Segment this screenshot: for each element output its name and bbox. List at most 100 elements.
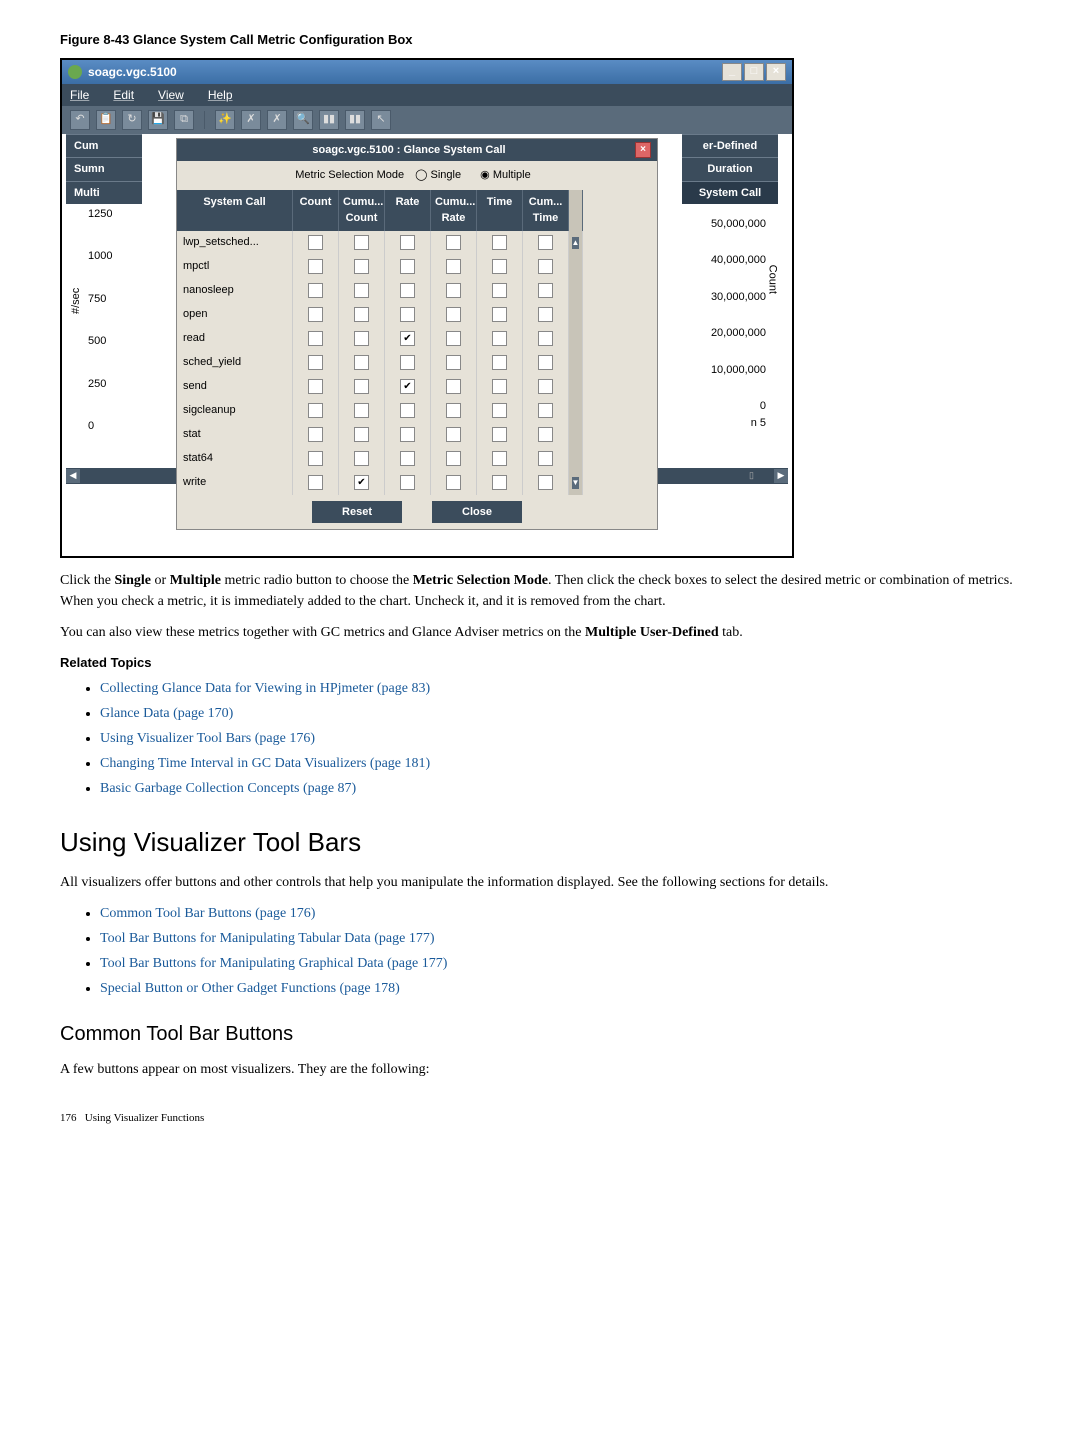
- mode-multiple-radio[interactable]: ◉ Multiple: [480, 169, 531, 181]
- scroll-gutter[interactable]: ▼: [569, 471, 583, 495]
- metric-checkbox[interactable]: [538, 475, 553, 490]
- metric-checkbox[interactable]: [492, 355, 507, 370]
- metric-checkbox[interactable]: [400, 307, 415, 322]
- metric-checkbox[interactable]: [308, 235, 323, 250]
- tab-cum[interactable]: Cum: [66, 134, 142, 158]
- metric-checkbox[interactable]: [308, 283, 323, 298]
- metric-checkbox[interactable]: [354, 235, 369, 250]
- marker1-icon[interactable]: ✗: [241, 110, 261, 130]
- metric-checkbox[interactable]: ✔: [400, 331, 415, 346]
- metric-checkbox[interactable]: [354, 307, 369, 322]
- tab-user-defined[interactable]: er-Defined: [682, 134, 778, 158]
- metric-checkbox[interactable]: [538, 451, 553, 466]
- zoom-icon[interactable]: 🔍: [293, 110, 313, 130]
- metric-checkbox[interactable]: ✔: [354, 475, 369, 490]
- cursor-icon[interactable]: ↖: [371, 110, 391, 130]
- link-common-toolbar-buttons[interactable]: Common Tool Bar Buttons (page 176): [100, 906, 315, 921]
- metric-checkbox[interactable]: [308, 355, 323, 370]
- scroll-gutter[interactable]: [569, 303, 583, 327]
- metric-checkbox[interactable]: [354, 403, 369, 418]
- minimize-button[interactable]: _: [722, 63, 742, 81]
- metric-checkbox[interactable]: [308, 427, 323, 442]
- metric-checkbox[interactable]: [354, 283, 369, 298]
- metric-checkbox[interactable]: [538, 235, 553, 250]
- metric-checkbox[interactable]: [492, 235, 507, 250]
- copy-icon[interactable]: ⧉: [174, 110, 194, 130]
- tab-system-call[interactable]: System Call: [682, 181, 778, 205]
- metric-checkbox[interactable]: [308, 259, 323, 274]
- metric-checkbox[interactable]: [446, 283, 461, 298]
- metric-checkbox[interactable]: [446, 331, 461, 346]
- metric-checkbox[interactable]: [492, 403, 507, 418]
- metric-checkbox[interactable]: [446, 379, 461, 394]
- metric-checkbox[interactable]: [446, 235, 461, 250]
- metric-checkbox[interactable]: [446, 475, 461, 490]
- metric-checkbox[interactable]: [492, 283, 507, 298]
- metric-checkbox[interactable]: [538, 403, 553, 418]
- menu-file[interactable]: File: [70, 86, 89, 104]
- metric-checkbox[interactable]: [538, 331, 553, 346]
- metric-checkbox[interactable]: [400, 283, 415, 298]
- metric-checkbox[interactable]: [492, 259, 507, 274]
- metric-checkbox[interactable]: [492, 427, 507, 442]
- scroll-gutter[interactable]: ▲: [569, 231, 583, 255]
- metric-checkbox[interactable]: [308, 451, 323, 466]
- metric-checkbox[interactable]: [354, 379, 369, 394]
- wand-icon[interactable]: ✨: [215, 110, 235, 130]
- tab-sumn[interactable]: Sumn: [66, 157, 142, 181]
- metric-checkbox[interactable]: [354, 451, 369, 466]
- scroll-right-icon[interactable]: ▶: [774, 469, 788, 483]
- metric-checkbox[interactable]: [354, 259, 369, 274]
- metric-checkbox[interactable]: [400, 427, 415, 442]
- metric-checkbox[interactable]: [400, 451, 415, 466]
- metric-checkbox[interactable]: [538, 379, 553, 394]
- scroll-gutter[interactable]: [569, 399, 583, 423]
- metric-checkbox[interactable]: [354, 355, 369, 370]
- metric-checkbox[interactable]: [446, 451, 461, 466]
- link-special-button-functions[interactable]: Special Button or Other Gadget Functions…: [100, 981, 400, 996]
- maximize-button[interactable]: □: [744, 63, 764, 81]
- metric-checkbox[interactable]: [308, 307, 323, 322]
- metric-checkbox[interactable]: ✔: [400, 379, 415, 394]
- scroll-gutter[interactable]: [569, 375, 583, 399]
- metric-checkbox[interactable]: [492, 379, 507, 394]
- link-basic-gc-concepts[interactable]: Basic Garbage Collection Concepts (page …: [100, 781, 356, 796]
- link-tabular-data-buttons[interactable]: Tool Bar Buttons for Manipulating Tabula…: [100, 931, 434, 946]
- metric-checkbox[interactable]: [538, 427, 553, 442]
- metric-checkbox[interactable]: [400, 235, 415, 250]
- scroll-down-icon[interactable]: ▼: [572, 477, 580, 489]
- metric-checkbox[interactable]: [400, 475, 415, 490]
- metric-checkbox[interactable]: [400, 403, 415, 418]
- metric-checkbox[interactable]: [400, 355, 415, 370]
- tab-multi[interactable]: Multi: [66, 181, 142, 205]
- metric-checkbox[interactable]: [400, 259, 415, 274]
- metric-checkbox[interactable]: [446, 307, 461, 322]
- link-graphical-data-buttons[interactable]: Tool Bar Buttons for Manipulating Graphi…: [100, 956, 447, 971]
- scroll-left-icon[interactable]: ◀: [66, 469, 80, 483]
- scroll-gutter[interactable]: [569, 255, 583, 279]
- tab-duration[interactable]: Duration: [682, 157, 778, 181]
- menu-help[interactable]: Help: [208, 86, 233, 104]
- metric-checkbox[interactable]: [538, 307, 553, 322]
- metric-checkbox[interactable]: [492, 331, 507, 346]
- metric-checkbox[interactable]: [308, 331, 323, 346]
- marker2-icon[interactable]: ✗: [267, 110, 287, 130]
- metric-checkbox[interactable]: [446, 355, 461, 370]
- scroll-gutter[interactable]: [569, 447, 583, 471]
- link-using-visualizer-toolbars[interactable]: Using Visualizer Tool Bars (page 176): [100, 731, 315, 746]
- metric-checkbox[interactable]: [492, 451, 507, 466]
- metric-checkbox[interactable]: [492, 475, 507, 490]
- scroll-gutter[interactable]: [569, 327, 583, 351]
- reset-button[interactable]: Reset: [312, 501, 402, 524]
- mode-single-radio[interactable]: ◯ Single: [415, 169, 461, 181]
- scroll-gutter[interactable]: [569, 423, 583, 447]
- metric-checkbox[interactable]: [446, 403, 461, 418]
- close-button[interactable]: ×: [766, 63, 786, 81]
- metric-checkbox[interactable]: [308, 403, 323, 418]
- link-collecting-glance[interactable]: Collecting Glance Data for Viewing in HP…: [100, 681, 430, 696]
- save-icon[interactable]: 💾: [148, 110, 168, 130]
- scroll-up-icon[interactable]: ▲: [572, 237, 580, 249]
- scroll-gutter[interactable]: [569, 351, 583, 375]
- refresh-icon[interactable]: ↻: [122, 110, 142, 130]
- metric-checkbox[interactable]: [354, 331, 369, 346]
